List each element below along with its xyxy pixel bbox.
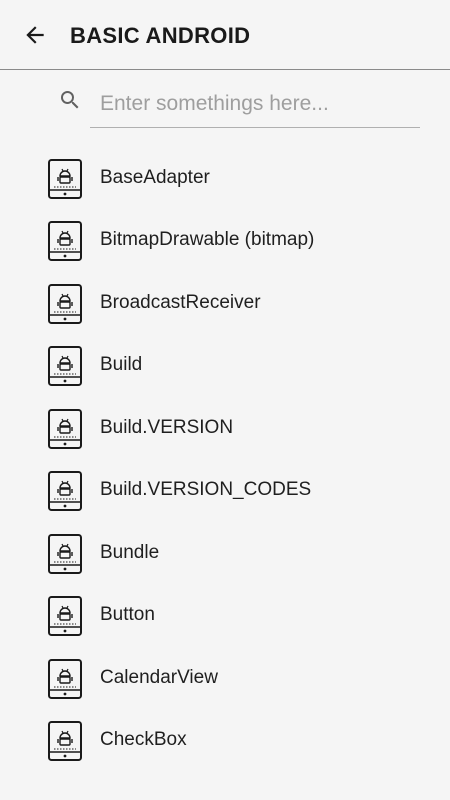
android-device-icon — [48, 346, 82, 386]
page-title: BASIC ANDROID — [70, 23, 251, 48]
android-device-icon — [48, 158, 82, 199]
list-item[interactable]: CheckBox — [0, 709, 450, 772]
list-item-label: Button — [100, 604, 155, 625]
list-item-label: Build.VERSION — [100, 416, 234, 438]
list-item-label: Build.VERSION_CODES — [100, 479, 312, 500]
app-bar: BASIC ANDROID — [0, 0, 450, 70]
search-icon[interactable] — [58, 88, 82, 112]
list-item[interactable]: Button — [0, 584, 450, 647]
list-item[interactable]: BaseAdapter — [0, 147, 450, 210]
list-item[interactable]: Build — [0, 334, 450, 397]
list-item[interactable]: BitmapDrawable (bitmap) — [0, 209, 450, 272]
android-device-icon — [48, 533, 82, 574]
android-device-icon — [48, 596, 82, 636]
android-device-icon — [48, 283, 82, 324]
android-device-icon — [48, 471, 82, 511]
list-item-label: BaseAdapter — [100, 166, 210, 188]
list-item[interactable]: BroadcastReceiver — [0, 272, 450, 335]
list-item-label: BitmapDrawable (bitmap) — [100, 229, 315, 250]
android-device-icon — [48, 221, 82, 261]
list-item[interactable]: CalendarView — [0, 647, 450, 710]
android-device-icon — [48, 408, 82, 449]
search-bar — [50, 80, 420, 130]
android-device-icon — [48, 721, 82, 761]
back-button[interactable] — [18, 18, 52, 52]
list-item[interactable]: Build.VERSION — [0, 397, 450, 460]
list-item-label: CheckBox — [100, 729, 187, 750]
list-item-label: BroadcastReceiver — [100, 291, 261, 313]
list-item-label: Bundle — [100, 541, 160, 563]
android-device-icon — [48, 658, 82, 699]
arrow-back-icon — [26, 26, 44, 44]
search-input[interactable] — [90, 80, 420, 128]
list-item-label: Build — [100, 354, 143, 375]
list-item[interactable]: Build.VERSION_CODES — [0, 459, 450, 522]
list-item-label: CalendarView — [100, 666, 218, 688]
item-list: AutoCompleteTextViewBaseAdapterBitmapDra… — [0, 140, 450, 780]
list-item[interactable]: Bundle — [0, 522, 450, 585]
